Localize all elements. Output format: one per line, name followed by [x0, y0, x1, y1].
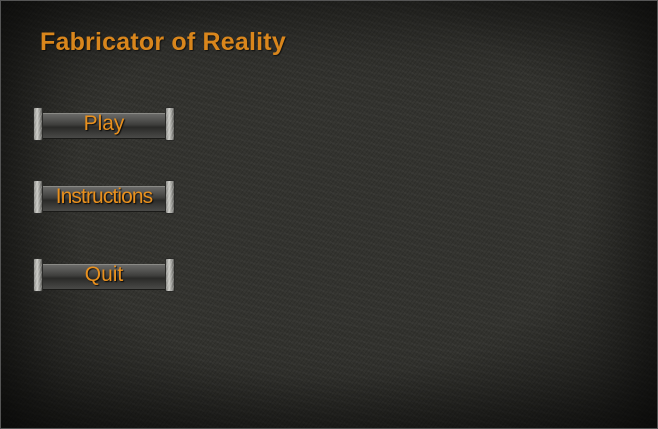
game-title: Fabricator of Reality: [40, 28, 286, 56]
quit-button-label: Quit: [84, 263, 124, 286]
play-button-label: Play: [83, 112, 125, 135]
instructions-button-label: Instructions: [55, 185, 153, 208]
quit-button[interactable]: Quit: [33, 258, 175, 294]
instructions-button[interactable]: Instructions: [33, 180, 175, 216]
main-menu-screen: Fabricator of Reality Play Instructions …: [0, 0, 658, 429]
play-button[interactable]: Play: [33, 107, 175, 143]
